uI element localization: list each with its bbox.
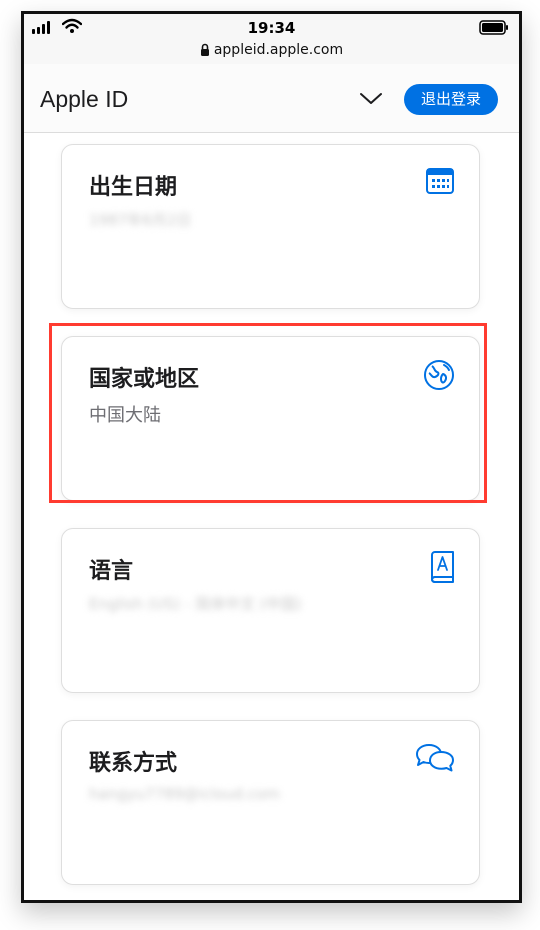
card-title: 出生日期 [89, 175, 178, 200]
page-header: Apple ID 退出登录 [24, 64, 519, 133]
birthday-card[interactable]: 出生日期 1987年6月2日 [61, 144, 480, 309]
book-icon [431, 551, 454, 583]
card-title: 语言 [89, 559, 134, 584]
sign-out-button[interactable]: 退出登录 [404, 84, 498, 115]
lock-icon [200, 43, 209, 56]
page-title: Apple ID [40, 86, 129, 112]
card-value: English (US) - 简体中文 (中国) [89, 595, 302, 613]
status-bar: 19:34 [24, 14, 519, 44]
battery-icon [479, 20, 508, 35]
card-title: 联系方式 [89, 751, 178, 776]
phone-frame: 19:34 appleid.apple.com Apple ID 退出登录 出生… [21, 11, 522, 903]
url-text: appleid.apple.com [213, 42, 344, 58]
status-time: 19:34 [247, 19, 296, 37]
card-value: hangyu7789@icloud.com [89, 785, 280, 803]
language-card[interactable]: 语言 English (US) - 简体中文 (中国) [61, 528, 480, 693]
chat-bubbles-icon [416, 744, 454, 772]
chevron-down-icon[interactable] [359, 92, 383, 106]
address-bar[interactable]: appleid.apple.com [24, 42, 519, 64]
contact-card[interactable]: 联系方式 hangyu7789@icloud.com [61, 720, 480, 885]
highlight-box [49, 323, 487, 503]
calendar-icon [426, 168, 454, 194]
card-value: 1987年6月2日 [89, 211, 192, 229]
